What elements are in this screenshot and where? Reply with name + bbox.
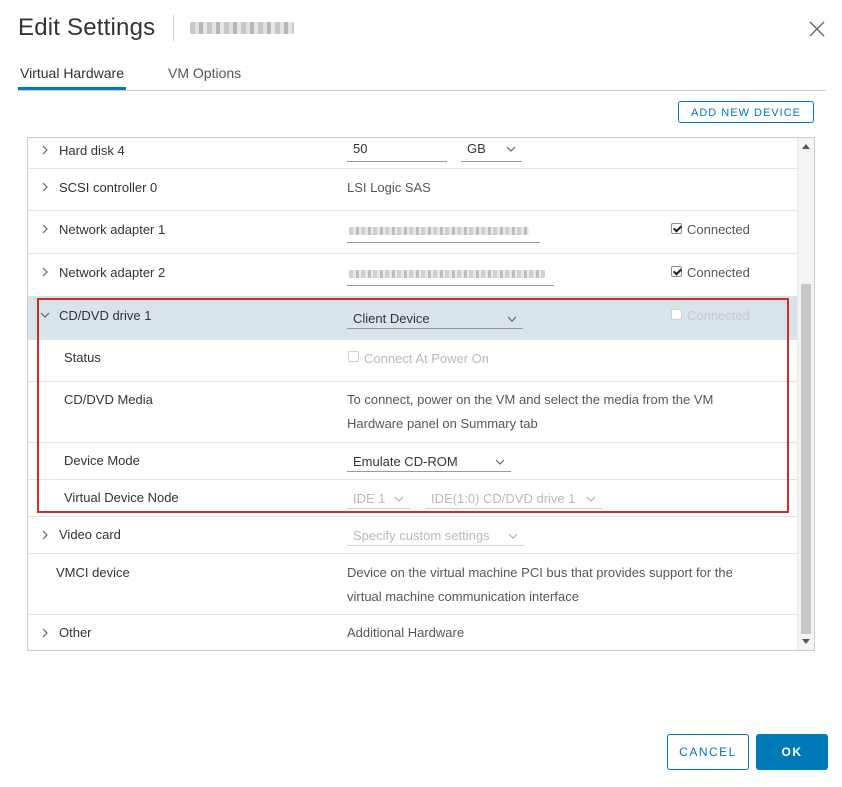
- disk-size-input[interactable]: 50: [347, 141, 447, 162]
- disk-unit-value: GB: [467, 141, 486, 156]
- row-label: Virtual Device Node: [64, 490, 179, 505]
- row-label: Video card: [59, 527, 121, 542]
- row-label: CD/DVD drive 1: [59, 308, 152, 323]
- row-cd-dvd-media: CD/DVD Media To connect, power on the VM…: [28, 382, 798, 443]
- cd-device-value: Client Device: [353, 311, 430, 326]
- chevron-down-icon: [586, 496, 596, 502]
- chevron-right-icon[interactable]: [40, 267, 50, 277]
- chevron-down-icon: [394, 496, 404, 502]
- row-cd-dvd-drive[interactable]: CD/DVD drive 1 Client Device Connected: [28, 297, 798, 340]
- row-hard-disk: Hard disk 4 50 GB: [28, 138, 798, 169]
- row-label: Device Mode: [64, 453, 140, 468]
- chevron-right-icon[interactable]: [40, 628, 50, 638]
- row-label: SCSI controller 0: [59, 180, 158, 195]
- network-select-2[interactable]: [347, 264, 554, 286]
- vmci-description-line1: Device on the virtual machine PCI bus th…: [347, 565, 733, 580]
- device-mode-value: Emulate CD-ROM: [353, 454, 458, 469]
- ide-slot-value: IDE(1:0) CD/DVD drive 1: [431, 491, 576, 506]
- row-scsi-controller: SCSI controller 0 LSI Logic SAS: [28, 169, 798, 211]
- cancel-button[interactable]: CANCEL: [667, 734, 749, 770]
- scroll-up-arrow-icon[interactable]: [802, 144, 810, 149]
- row-label: Hard disk 4: [59, 143, 125, 158]
- disk-unit-select[interactable]: GB: [461, 141, 522, 162]
- row-virtual-device-node: Virtual Device Node IDE 1 IDE(1:0) CD/DV…: [28, 480, 798, 517]
- chevron-right-icon[interactable]: [40, 145, 50, 155]
- row-label: Status: [64, 350, 101, 365]
- hardware-table: Hard disk 4 50 GB SCSI controller 0 LSI …: [27, 137, 815, 651]
- close-button[interactable]: [806, 18, 828, 40]
- chevron-right-icon[interactable]: [40, 224, 50, 234]
- dialog-header: Edit Settings: [18, 14, 295, 42]
- scroll-down-arrow-icon[interactable]: [802, 639, 810, 644]
- connected-checkbox-1[interactable]: [671, 223, 682, 234]
- tab-vm-options[interactable]: VM Options: [166, 62, 243, 87]
- tab-virtual-hardware[interactable]: Virtual Hardware: [18, 62, 127, 90]
- media-description-line1: To connect, power on the VM and select t…: [347, 392, 714, 407]
- chevron-right-icon[interactable]: [40, 530, 50, 540]
- tab-bar: Virtual Hardware VM Options: [18, 62, 826, 91]
- connected-label: Connected: [687, 308, 750, 323]
- row-label: VMCI device: [56, 565, 130, 580]
- row-network-adapter-2: Network adapter 2 Connected: [28, 254, 798, 297]
- connected-checkbox-2[interactable]: [671, 266, 682, 277]
- scsi-type-value: LSI Logic SAS: [347, 180, 431, 195]
- row-status: Status Connect At Power On: [28, 340, 798, 382]
- network-select-1[interactable]: [347, 221, 540, 243]
- chevron-down-icon: [506, 146, 516, 152]
- ok-button[interactable]: OK: [756, 734, 828, 770]
- cd-connected-checkbox: [671, 309, 682, 320]
- connect-at-power-on-checkbox: [348, 351, 359, 362]
- cd-device-select[interactable]: Client Device: [347, 307, 523, 329]
- network-name-redacted: [349, 270, 545, 278]
- add-new-device-button[interactable]: ADD NEW DEVICE: [678, 101, 814, 123]
- device-mode-select[interactable]: Emulate CD-ROM: [347, 450, 511, 472]
- network-name-redacted: [349, 227, 529, 235]
- scrollbar-thumb[interactable]: [801, 284, 811, 634]
- row-video-card: Video card Specify custom settings: [28, 517, 798, 554]
- ide-controller-select: IDE 1: [347, 487, 410, 509]
- table-scrollbar[interactable]: [797, 138, 814, 650]
- row-vmci-device: VMCI device Device on the virtual machin…: [28, 554, 798, 615]
- video-settings-value: Specify custom settings: [353, 528, 490, 543]
- video-settings-select: Specify custom settings: [347, 524, 524, 546]
- media-description-line2: Hardware panel on Summary tab: [347, 416, 538, 431]
- connected-label: Connected: [687, 265, 750, 280]
- row-label: Other: [59, 625, 92, 640]
- row-other: Other Additional Hardware: [28, 615, 798, 650]
- title-divider: [173, 15, 175, 41]
- ide-controller-value: IDE 1: [353, 491, 386, 506]
- chevron-down-icon: [495, 459, 505, 465]
- row-label: CD/DVD Media: [64, 392, 153, 407]
- chevron-down-icon[interactable]: [40, 310, 50, 320]
- vm-name-redacted: [190, 22, 295, 34]
- connected-label: Connected: [687, 222, 750, 237]
- chevron-down-icon: [507, 316, 517, 322]
- row-label: Network adapter 1: [59, 222, 166, 237]
- close-icon: [809, 21, 825, 37]
- row-label: Network adapter 2: [59, 265, 166, 280]
- row-network-adapter-1: Network adapter 1 Connected: [28, 211, 798, 254]
- connect-at-power-on-label: Connect At Power On: [364, 351, 490, 366]
- row-device-mode: Device Mode Emulate CD-ROM: [28, 443, 798, 480]
- dialog-title: Edit Settings: [18, 14, 156, 41]
- other-value: Additional Hardware: [347, 625, 465, 640]
- chevron-down-icon: [508, 533, 518, 539]
- vmci-description-line2: virtual machine communication interface: [347, 589, 579, 604]
- ide-slot-select: IDE(1:0) CD/DVD drive 1: [425, 487, 602, 509]
- chevron-right-icon[interactable]: [40, 182, 50, 192]
